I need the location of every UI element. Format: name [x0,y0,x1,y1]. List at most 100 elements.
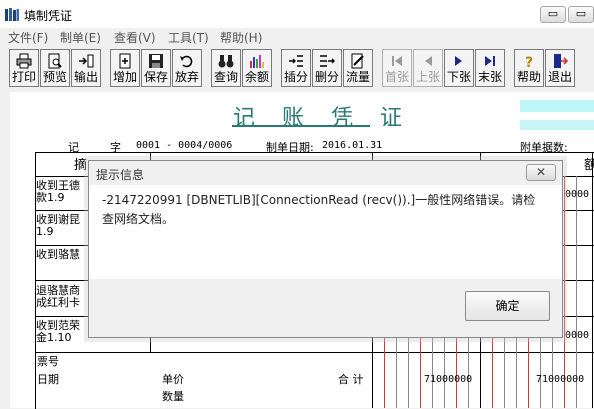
row-summary-line2: 金1.10 [36,331,72,344]
query-button[interactable]: 查询 [211,49,241,87]
voucher-highlight-bar-2 [520,120,594,130]
table-row[interactable]: 收到骆慧 [36,249,80,261]
voucher-title: 记 账 凭 证 [233,106,412,131]
total-label: 合 计 [338,373,364,386]
discard-button[interactable]: 放弃 [172,49,202,87]
dialog-message: -2147220991 [DBNETLIB][ConnectionRead (r… [102,193,536,226]
table-row[interactable]: 收到谢昆 1.9 [36,214,80,238]
unit-price-label: 单价 [162,373,184,386]
export-label: 输出 [73,70,98,84]
discard-label: 放弃 [174,70,199,84]
exit-label: 退出 [547,70,572,84]
delete-entry-button[interactable]: 删分 [312,49,342,87]
row-debit-amount: 0000 [565,189,590,200]
maximize-button[interactable]: ▭ [568,6,594,23]
row-summary-line2: 成红利卡 [36,296,80,309]
help-icon: ? [520,52,538,70]
delete-row-icon [318,52,336,70]
table-row[interactable]: 收到范荣 金1.10 [36,320,80,344]
export-button[interactable]: 输出 [71,49,101,87]
delete-entry-label: 删分 [314,70,339,84]
preview-icon [46,52,64,70]
menu-view[interactable]: 查看(V) [114,29,156,46]
voucher-number[interactable]: 0001 - 0004/0006 [136,140,232,151]
table-row[interactable]: 退骆慧商 成红利卡 [36,285,80,309]
save-icon [147,52,165,70]
close-icon: ✕ [535,165,547,179]
print-button[interactable]: 打印 [9,49,39,87]
save-label: 保存 [143,70,168,84]
first-icon [388,52,406,70]
app-books-icon [5,8,19,21]
amount-column-header: 额 [584,158,594,173]
total-debit: 71000000 [424,374,473,385]
dialog-close-button[interactable]: ✕ [526,164,556,181]
minimize-icon: ▭ [547,7,559,20]
cash-flow-button[interactable]: 流量 [343,49,373,87]
next-voucher-label: 下张 [446,70,471,84]
total-credit: 71000000 [536,374,585,385]
menu-file[interactable]: 文件(F) [8,29,48,46]
cash-flow-label: 流量 [345,70,370,84]
prev-voucher-label: 上张 [415,70,440,84]
print-label: 打印 [11,70,36,84]
add-label: 增加 [112,70,137,84]
window-title: 填制凭证 [24,9,73,23]
balance-label: 余额 [244,70,269,84]
quantity-label: 数量 [162,390,184,403]
help-button[interactable]: ? 帮助 [514,49,544,87]
preview-button[interactable]: 预览 [40,49,70,87]
dialog-title: 提示信息 [96,168,145,182]
balance-button[interactable]: 余额 [242,49,272,87]
row-summary-line1: 收到骆慧 [36,248,80,261]
ticket-label: 票号 [37,355,59,368]
title-bar: 填制凭证 ▭ ▭ [0,0,594,29]
voucher-highlight-bar [520,100,594,112]
svg-text:?: ? [525,55,533,69]
insert-entry-label: 插分 [283,70,308,84]
summary-column-header: 摘 [74,158,88,173]
export-icon [77,52,95,70]
menu-bar: 文件(F) 制单(E) 查看(V) 工具(T) 帮助(H) [0,28,594,46]
query-label: 查询 [213,70,238,84]
insert-row-icon [287,52,305,70]
voucher-date[interactable]: 2016.01.31 [322,140,382,151]
maximize-icon: ▭ [575,7,587,20]
preview-label: 预览 [42,70,67,84]
undo-icon [178,52,196,70]
last-icon [481,52,499,70]
dialog-title-bar[interactable]: 提示信息 ✕ [89,161,562,185]
footer-date-label: 日期 [37,373,59,386]
toolbar: 打印 预览 输出 增加 保存 放弃 查询 余额 插分 删分 流量 首张 上张 下… [0,46,594,90]
exit-icon [551,52,569,70]
first-voucher-label: 首张 [384,70,409,84]
menu-edit[interactable]: 制单(E) [60,29,101,46]
first-voucher-button[interactable]: 首张 [382,49,412,87]
next-voucher-button[interactable]: 下张 [444,49,474,87]
table-row[interactable]: 收到王德 款1.9 [36,180,80,204]
bar-chart-icon [248,52,266,70]
menu-help[interactable]: 帮助(H) [220,29,262,46]
help-label: 帮助 [516,70,541,84]
insert-entry-button[interactable]: 插分 [281,49,311,87]
prev-icon [419,52,437,70]
ok-button[interactable]: 确定 [465,291,550,321]
voucher-title-underline [232,125,370,127]
save-button[interactable]: 保存 [141,49,171,87]
exit-button[interactable]: 退出 [545,49,575,87]
menu-tools[interactable]: 工具(T) [168,29,209,46]
prev-voucher-button[interactable]: 上张 [413,49,443,87]
row-summary-line2: 1.9 [36,225,54,238]
last-voucher-button[interactable]: 末张 [475,49,505,87]
next-icon [450,52,468,70]
grid-line [35,352,594,353]
add-icon [116,52,134,70]
minimize-button[interactable]: ▭ [540,6,566,23]
grid-line [592,152,593,408]
error-dialog: 提示信息 ✕ -2147220991 [DBNETLIB][Connection… [88,160,563,338]
flow-icon [349,52,367,70]
printer-icon [15,52,33,70]
add-button[interactable]: 增加 [110,49,140,87]
binoculars-icon [217,52,235,70]
row-credit-amount: 0000 [565,330,590,341]
